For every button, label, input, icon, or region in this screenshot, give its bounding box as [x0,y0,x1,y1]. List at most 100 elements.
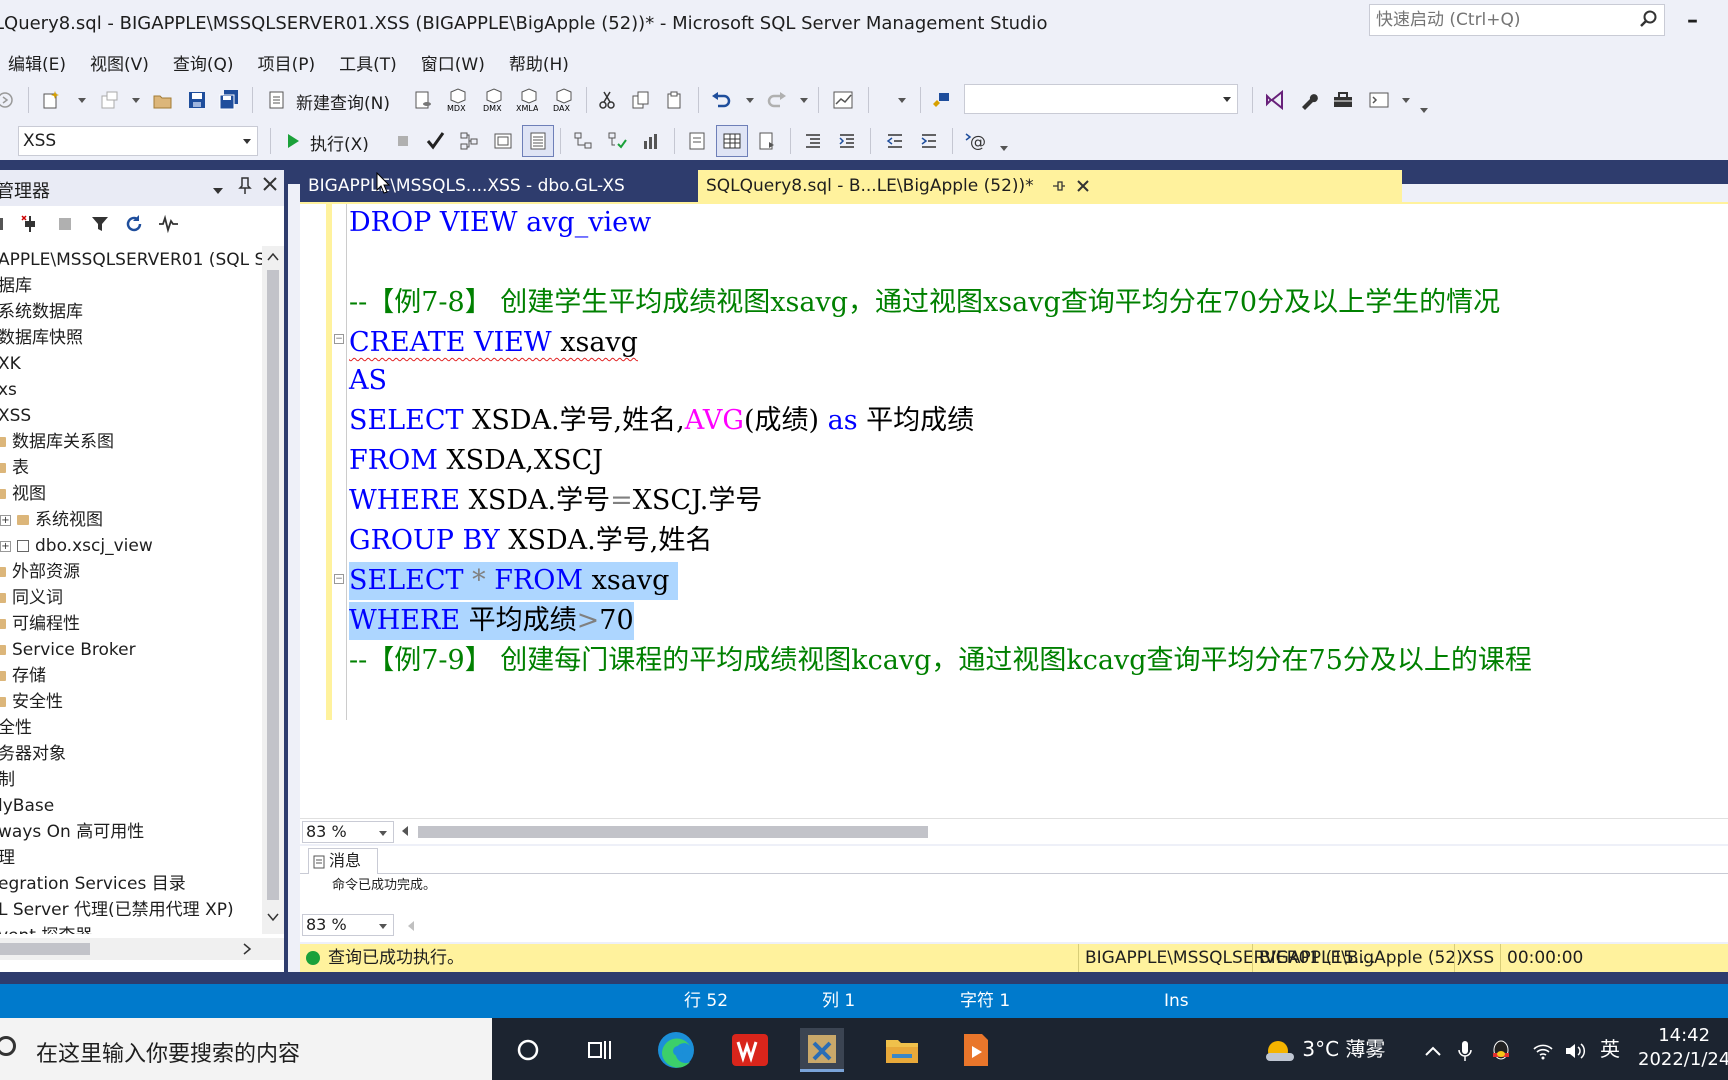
tab-sqlquery8[interactable]: SQLQuery8.sql - B...LE\BigApple (52))* [698,170,1402,202]
show-hidden-icons-chevron[interactable] [1424,1018,1442,1080]
microphone-icon[interactable] [1458,1018,1472,1080]
tree-vertical-scrollbar[interactable] [262,246,284,934]
panel-menu-icon[interactable] [212,180,224,201]
taskbar-clock[interactable]: 14:42 2022/1/24 [1638,1024,1728,1072]
tab-gl-xs[interactable]: BIGAPPLE\MSSQLS....XSS - dbo.GL-XS [300,170,698,202]
new-query-button[interactable]: 新建查询(N) [296,89,390,114]
filter-icon[interactable] [90,214,110,238]
visual-studio-icon[interactable] [1264,89,1286,111]
cut-icon[interactable] [596,89,618,111]
collapse-icon[interactable]: − [334,574,344,584]
network-icon[interactable] [1532,1018,1554,1080]
tree-item-integration-services[interactable]: egration Services 目录 [0,872,186,896]
tree-horizontal-scrollbar[interactable] [0,938,284,960]
task-view-icon[interactable] [578,1028,622,1072]
scroll-left-icon[interactable] [406,920,416,932]
cancel-query-icon[interactable] [392,130,414,152]
scrollbar-thumb[interactable] [267,270,279,900]
weather-widget[interactable]: 3°C 薄雾 [1264,1018,1385,1080]
dmx-query-icon[interactable]: DMX [482,88,504,112]
code-area[interactable]: DROP VIEW avg_view --【例7-8】 创建学生平均成绩视图xs… [349,204,1532,676]
estimated-plan-icon[interactable] [458,130,480,152]
open-file-icon[interactable] [152,89,174,111]
menu-window[interactable]: 窗口(W) [409,50,497,75]
expand-icon[interactable]: + [0,514,11,526]
tree-item-sql-agent[interactable]: L Server 代理(已禁用代理 XP) [0,898,234,922]
scroll-down-icon[interactable] [267,912,279,922]
scroll-left-icon[interactable] [400,825,410,837]
new-query-icon[interactable] [266,89,288,111]
include-actual-plan-icon[interactable] [572,130,594,152]
cortana-icon[interactable] [506,1028,550,1072]
paste-icon[interactable] [664,89,686,111]
connect-icon[interactable] [0,214,8,238]
menu-query[interactable]: 查询(Q) [161,50,246,75]
minimize-button[interactable]: – [1687,8,1703,36]
pin-icon[interactable] [238,176,252,199]
tree-item-tables[interactable]: 表 [0,456,29,480]
results-zoom-combo[interactable]: 83 % [302,914,394,936]
command-window-icon[interactable] [1368,89,1390,111]
dax-query-icon[interactable]: DAX [552,88,574,112]
menu-edit[interactable]: 编辑(E) [0,50,78,75]
menu-tools[interactable]: 工具(T) [327,50,409,75]
close-icon[interactable] [262,176,278,197]
intellisense-toggle-icon[interactable] [527,130,549,152]
uncomment-lines-icon[interactable] [836,130,858,152]
tree-item-system-databases[interactable]: 系统数据库 [0,300,83,324]
scroll-right-icon[interactable] [242,943,252,955]
quick-launch-box[interactable] [1369,4,1665,36]
parse-check-icon[interactable] [424,130,446,152]
tree-item-security[interactable]: 全性 [0,716,32,740]
properties-wrench-icon[interactable] [1298,89,1320,111]
results-to-grid-icon[interactable] [721,130,743,152]
find-in-files-icon[interactable] [930,89,952,111]
tree-item-management[interactable]: 理 [0,846,15,870]
menu-help[interactable]: 帮助(H) [497,50,581,75]
tree-item-polybase[interactable]: lyBase [0,794,54,818]
execute-button[interactable]: 执行(X) [310,130,369,155]
tree-item-views[interactable]: 视图 [0,482,46,506]
save-icon[interactable] [186,89,208,111]
specify-template-values-icon[interactable]: @ [964,130,986,152]
add-item-icon[interactable] [98,89,120,111]
execute-play-icon[interactable] [282,130,304,152]
tree-item-xevent-profiler[interactable]: vent 探查器 [0,924,92,934]
tree-item-storage[interactable]: 存储 [0,664,46,688]
tree-item-xs[interactable]: xs [0,378,17,402]
editor-horizontal-scrollbar[interactable] [400,824,1728,838]
file-explorer-icon[interactable] [880,1028,924,1072]
menu-view[interactable]: 视图(V) [78,50,161,75]
scroll-up-icon[interactable] [267,252,279,262]
navigate-forward-icon[interactable] [0,89,16,111]
undo-icon[interactable] [710,89,732,111]
collapse-icon[interactable]: − [334,334,344,344]
results-to-text-icon[interactable] [686,130,708,152]
new-project-icon[interactable] [40,89,62,111]
activity-monitor-icon[interactable] [832,89,854,111]
comment-lines-icon[interactable] [802,130,824,152]
pin-icon[interactable] [1052,180,1066,192]
tree-item-replication[interactable]: 制 [0,768,15,792]
ime-indicator[interactable]: 英 [1600,1018,1620,1080]
xmla-query-icon[interactable]: XMLA [516,88,538,112]
edge-browser-icon[interactable] [654,1028,698,1072]
tree-item-xscj-view[interactable]: + dbo.xscj_view [0,534,153,558]
activity-monitor-icon[interactable] [158,214,180,238]
editor-zoom-combo[interactable]: 83 % [302,821,394,843]
toolbox-icon[interactable] [1332,89,1354,111]
scrollbar-thumb[interactable] [418,826,928,838]
copy-icon[interactable] [630,89,652,111]
tree-item-programmability[interactable]: 可编程性 [0,612,80,636]
save-all-icon[interactable] [218,89,240,111]
refresh-icon[interactable] [124,214,144,238]
quick-launch-input[interactable] [1370,5,1630,35]
tree-item-external-resources[interactable]: 外部资源 [0,560,80,584]
increase-indent-icon[interactable] [918,130,940,152]
presentation-app-icon[interactable] [954,1028,998,1072]
close-tab-icon[interactable] [1076,179,1090,193]
taskbar-search[interactable]: 在这里输入你要搜索的内容 [0,1018,492,1080]
mdx-query-icon[interactable]: MDX [446,88,468,112]
decrease-indent-icon[interactable] [884,130,906,152]
sql-editor[interactable]: − − DROP VIEW avg_view --【例7-8】 创建学生平均成绩… [300,202,1728,820]
